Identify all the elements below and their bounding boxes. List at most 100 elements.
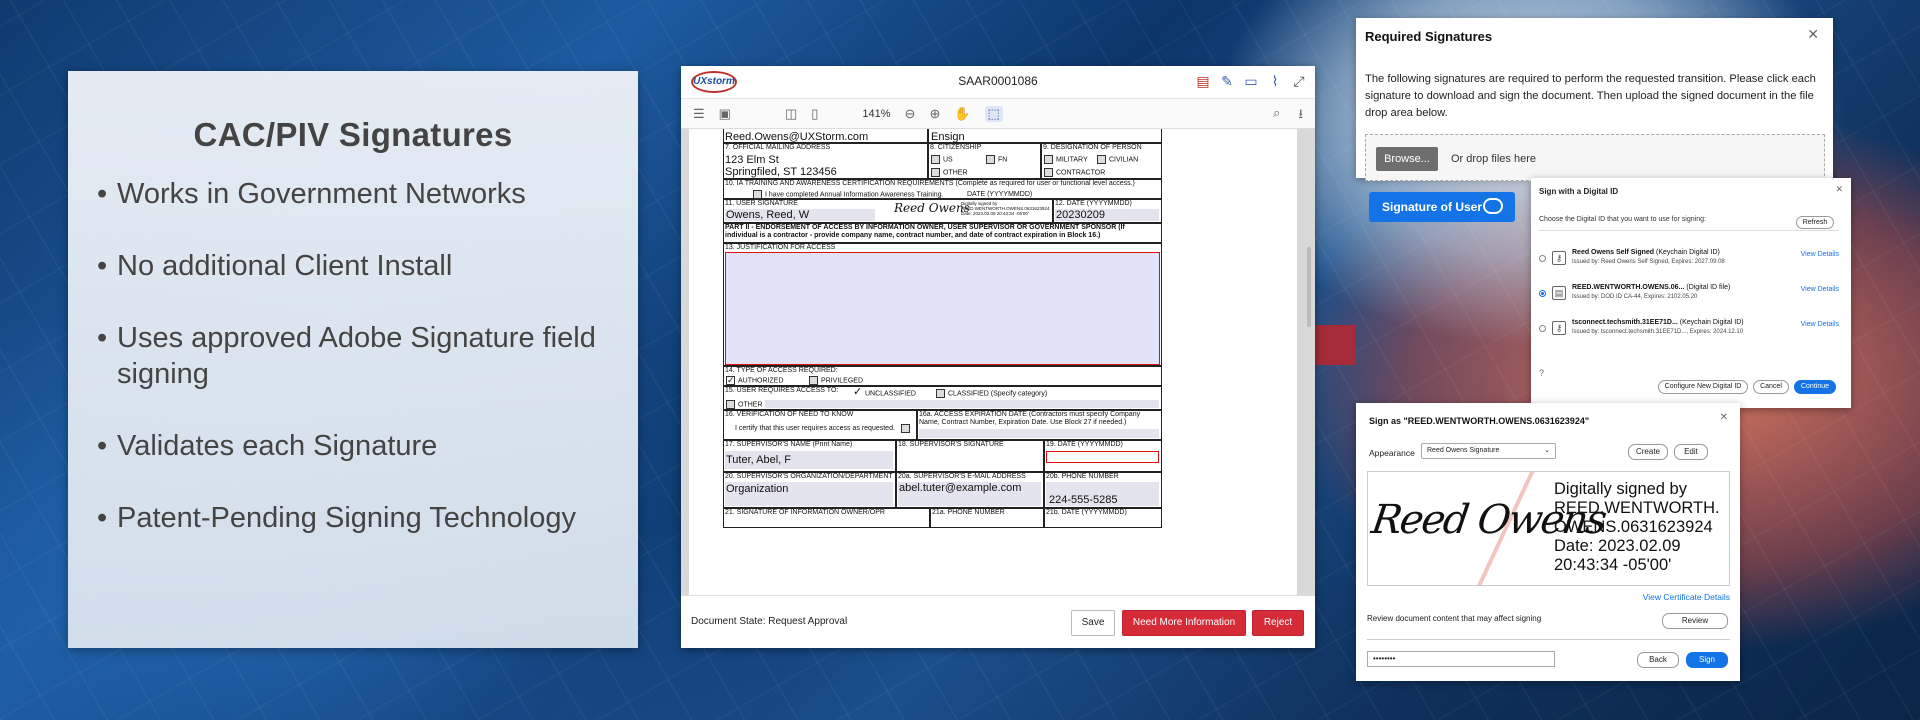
download-icon[interactable]: ⭳: [1298, 105, 1303, 127]
attach-icon[interactable]: ⌇: [1267, 73, 1283, 89]
scrollbar[interactable]: [1307, 247, 1311, 327]
configure-digital-id-button[interactable]: Configure New Digital ID: [1658, 380, 1748, 394]
help-icon[interactable]: ?: [1539, 368, 1544, 378]
view-details-link[interactable]: View Details: [1801, 286, 1839, 293]
citizenship-fn-checkbox[interactable]: FN: [986, 155, 1007, 164]
digital-id-row[interactable]: ⚷ Reed Owens Self Signed (Keychain Digit…: [1539, 249, 1839, 275]
privileged-checkbox[interactable]: PRIVILEGED: [809, 376, 863, 385]
supervisor-name-label: 17. SUPERVISOR'S NAME (Print Name): [725, 441, 853, 448]
need-to-know-checkbox[interactable]: [901, 424, 910, 433]
menu-icon[interactable]: ☰: [693, 106, 705, 122]
password-field[interactable]: ••••••••: [1367, 651, 1555, 667]
supervisor-email-value[interactable]: abel.tuter@example.com: [899, 482, 1021, 494]
ia-date-label: DATE (YYYYMMDD): [967, 191, 1033, 198]
id-issuer: Issued by: Reed Owens Self Signed, Expir…: [1572, 259, 1725, 265]
id-name: REED.WENTWORTH.OWENS.06... (Digital ID f…: [1572, 284, 1730, 291]
sign-button[interactable]: Sign: [1686, 652, 1728, 668]
select-tool-icon[interactable]: ⬚: [984, 105, 1003, 122]
back-button[interactable]: Back: [1637, 652, 1679, 668]
unclassified-checkbox[interactable]: ✓ UNCLASSIFIED: [853, 387, 916, 398]
signature-of-user-button[interactable]: Signature of User: [1369, 192, 1515, 222]
pdf-file-icon[interactable]: ▤: [1195, 73, 1211, 89]
ia-training-checkbox[interactable]: I have completed Annual Information Awar…: [753, 190, 943, 199]
close-icon[interactable]: ✕: [1720, 412, 1728, 423]
edit-icon[interactable]: ✎: [1219, 73, 1235, 89]
pdf-viewer-window: UXstorm SAAR0001086 ▤ ✎ ▭ ⌇ ⤢ ☰ ▣ ◫ ▯ 14…: [681, 66, 1315, 648]
phone-value[interactable]: 224-555-5285: [1049, 494, 1118, 506]
id-issuer: Issued by: DOD ID CA-44, Expires: 2102.0…: [1572, 294, 1698, 300]
date19-field[interactable]: [1046, 451, 1159, 463]
required-signatures-dialog: Required Signatures ✕ The following sign…: [1356, 18, 1833, 181]
viewer-footer: Document State: Request Approval Save Ne…: [681, 595, 1315, 648]
zoom-level[interactable]: 141%: [862, 108, 890, 120]
appearance-select[interactable]: Reed Owens Signature ⌄: [1421, 443, 1556, 459]
document-state: Document State: Request Approval: [691, 616, 848, 627]
designation-civilian-checkbox[interactable]: CIVILIAN: [1097, 155, 1138, 164]
citizenship-us-checkbox[interactable]: US: [931, 155, 953, 164]
feature-item: • No additional Client Install: [97, 250, 453, 282]
classified-checkbox[interactable]: CLASSIFIED (Specify category): [936, 389, 1047, 398]
mailing-address-line1[interactable]: 123 Elm St: [725, 154, 779, 166]
hand-tool-icon[interactable]: ✋: [954, 106, 970, 122]
zoom-in-icon[interactable]: ⊕: [929, 106, 940, 122]
authorized-checkbox[interactable]: ✓ AUTHORIZED: [726, 376, 784, 385]
signature-details: Digitally signed by REED.WENTWORTH. OWEN…: [1554, 480, 1720, 574]
fullscreen-icon[interactable]: ⤢: [1291, 73, 1307, 89]
view-details-link[interactable]: View Details: [1801, 321, 1839, 328]
refresh-button[interactable]: Refresh: [1796, 216, 1834, 229]
radio-button[interactable]: [1539, 255, 1546, 262]
view-details-link[interactable]: View Details: [1801, 251, 1839, 258]
id-name: tsconnect.techsmith.31EE71D... (Keychain…: [1572, 319, 1744, 326]
browse-button[interactable]: Browse...: [1376, 147, 1438, 171]
checkbox-label: OTHER: [738, 401, 763, 409]
checkbox-label: I have completed Annual Information Awar…: [765, 191, 944, 199]
expiration-field[interactable]: [919, 429, 1159, 438]
save-icon[interactable]: ▣: [719, 106, 731, 122]
designation-military-checkbox[interactable]: MILITARY: [1044, 155, 1088, 164]
rank-value[interactable]: Ensign: [931, 131, 965, 143]
radio-button[interactable]: [1539, 325, 1546, 332]
create-button[interactable]: Create: [1628, 444, 1668, 460]
supervisor-name-value[interactable]: Tuter, Abel, F: [726, 454, 791, 466]
close-icon[interactable]: ✕: [1835, 184, 1843, 195]
key-icon: ⚷: [1552, 321, 1566, 335]
checkbox-label: CLASSIFIED (Specify category): [948, 390, 1048, 398]
designation-contractor-checkbox[interactable]: CONTRACTOR: [1044, 168, 1105, 177]
review-button[interactable]: Review: [1662, 613, 1728, 629]
save-button[interactable]: Save: [1071, 610, 1115, 636]
checkbox-label: CONTRACTOR: [1056, 169, 1106, 177]
date-value[interactable]: 20230209: [1056, 209, 1105, 221]
other-checkbox[interactable]: OTHER: [726, 400, 763, 409]
document-page-area[interactable]: Reed.Owens@UXStorm.com Ensign 7. OFFICIA…: [681, 129, 1315, 595]
edit-button[interactable]: Edit: [1674, 444, 1708, 460]
official-email-value[interactable]: Reed.Owens@UXStorm.com: [725, 131, 868, 143]
zoom-out-icon[interactable]: ⊖: [905, 106, 916, 122]
sidebar-icon[interactable]: ◫: [785, 106, 797, 122]
supervisor-org-value[interactable]: Organization: [726, 483, 788, 495]
mailing-address-line2[interactable]: Springfiled, ST 123456: [725, 166, 837, 178]
reject-button[interactable]: Reject: [1252, 610, 1304, 636]
need-more-information-button[interactable]: Need More Information: [1122, 610, 1246, 636]
radio-button-selected[interactable]: [1539, 290, 1546, 297]
need-to-know-text: I certify that this user requires access…: [735, 425, 895, 432]
digital-id-row[interactable]: ⚷ tsconnect.techsmith.31EE71D... (Keycha…: [1539, 319, 1839, 345]
justification-textarea[interactable]: [725, 252, 1160, 365]
feature-text: No additional Client Install: [117, 250, 453, 282]
user-signature-name[interactable]: Owens, Reed, W: [726, 209, 809, 221]
comment-icon[interactable]: ▭: [1243, 73, 1259, 89]
other-field[interactable]: [765, 400, 1159, 408]
id-name: Reed Owens Self Signed (Keychain Digital…: [1572, 249, 1720, 256]
type-access-label: 14. TYPE OF ACCESS REQUIRED:: [725, 367, 838, 374]
digital-id-row[interactable]: ▤ REED.WENTWORTH.OWENS.06... (Digital ID…: [1539, 284, 1839, 310]
citizenship-other-checkbox[interactable]: OTHER: [931, 168, 968, 177]
continue-button[interactable]: Continue: [1794, 380, 1836, 394]
page-icon[interactable]: ▯: [811, 106, 818, 122]
file-drop-area[interactable]: Browse... Or drop files here: [1365, 134, 1825, 181]
search-icon[interactable]: ⌕: [1273, 105, 1280, 127]
close-icon[interactable]: ✕: [1807, 26, 1819, 43]
ia-training-label: 10. IA TRAINING AND AWARENESS CERTIFICAT…: [725, 180, 1135, 187]
feature-item: • Works in Government Networks: [97, 178, 526, 210]
feature-item: • Validates each Signature: [97, 430, 438, 462]
cancel-button[interactable]: Cancel: [1753, 380, 1789, 394]
view-certificate-link[interactable]: View Certificate Details: [1643, 592, 1730, 602]
